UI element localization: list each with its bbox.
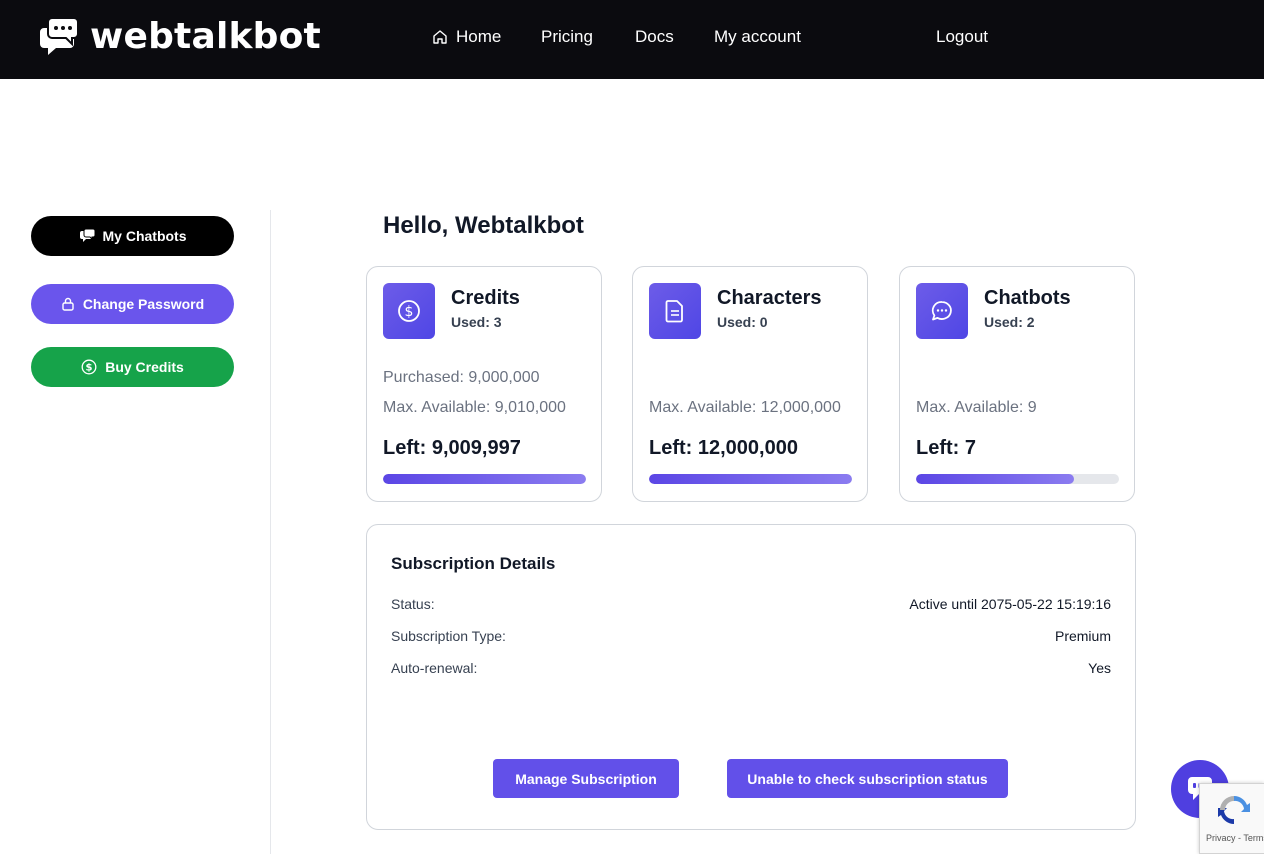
change-password-button[interactable]: Change Password (31, 284, 234, 324)
buy-credits-button[interactable]: $ Buy Credits (31, 347, 234, 387)
recaptcha-badge[interactable]: Privacy - Terms (1199, 783, 1264, 854)
manage-subscription-button[interactable]: Manage Subscription (493, 759, 679, 798)
chat-bubble-icon (931, 301, 952, 321)
card-left: Left: 12,000,000 (649, 437, 798, 459)
nav-home-label: Home (456, 27, 502, 46)
characters-card: Characters Used: 0 Max. Available: 12,00… (632, 266, 868, 502)
chatbots-card: Chatbots Used: 2 Max. Available: 9 Left:… (899, 266, 1135, 502)
page-title: Hello, Webtalkbot (383, 212, 584, 239)
row-value: Active until 2075-05-22 15:19:16 (909, 596, 1111, 612)
check-subscription-status-button[interactable]: Unable to check subscription status (727, 759, 1008, 798)
document-icon (665, 300, 683, 323)
card-used: Used: 0 (717, 314, 768, 330)
credits-card-icon: $ (383, 283, 435, 339)
recaptcha-links[interactable]: Privacy - Terms (1206, 833, 1264, 843)
credits-card: $ Credits Used: 3 Purchased: 9,000,000 M… (366, 266, 602, 502)
nav-pricing[interactable]: Pricing (541, 27, 593, 47)
progress-bar (649, 474, 852, 484)
progress-bar (383, 474, 586, 484)
card-title: Characters (717, 287, 822, 309)
my-chatbots-button[interactable]: My Chatbots (31, 216, 234, 256)
card-max-available: Max. Available: 9,010,000 (383, 399, 566, 416)
row-value: Yes (1088, 660, 1111, 676)
characters-card-icon (649, 283, 701, 339)
lock-icon (62, 297, 74, 311)
my-chatbots-label: My Chatbots (102, 228, 187, 244)
change-password-label: Change Password (82, 296, 205, 312)
dollar-circle-icon: $ (81, 359, 97, 375)
brand-name: webtalkbot (90, 16, 321, 57)
card-used: Used: 2 (984, 314, 1035, 330)
progress-bar-fill (649, 474, 852, 484)
sidebar-divider (270, 210, 271, 854)
subscription-status-row: Status: Active until 2075-05-22 15:19:16 (391, 596, 1111, 612)
card-max-available: Max. Available: 12,000,000 (649, 399, 841, 416)
svg-text:$: $ (405, 304, 414, 320)
row-label: Subscription Type: (391, 628, 506, 644)
card-used: Used: 3 (451, 314, 502, 330)
card-max-available: Max. Available: 9 (916, 399, 1037, 416)
progress-bar-fill (383, 474, 586, 484)
nav-docs[interactable]: Docs (635, 27, 674, 47)
progress-bar (916, 474, 1119, 484)
chatbots-card-icon (916, 283, 968, 339)
card-left: Left: 7 (916, 437, 976, 459)
progress-bar-fill (916, 474, 1074, 484)
card-title: Chatbots (984, 287, 1071, 309)
nav-home[interactable]: Home (432, 27, 501, 47)
card-title: Credits (451, 287, 520, 309)
svg-text:$: $ (86, 363, 93, 374)
card-left: Left: 9,009,997 (383, 437, 521, 459)
top-navbar: webtalkbot Home Pricing Docs My account … (0, 0, 1264, 79)
nav-logout[interactable]: Logout (936, 27, 988, 47)
nav-my-account[interactable]: My account (714, 27, 801, 47)
home-icon (433, 30, 447, 44)
logo[interactable]: webtalkbot (36, 16, 321, 58)
subscription-panel: Subscription Details Status: Active unti… (366, 524, 1136, 830)
row-value: Premium (1054, 628, 1111, 644)
dollar-circle-icon: $ (398, 300, 420, 322)
row-label: Auto-renewal: (391, 660, 478, 676)
row-label: Status: (391, 596, 435, 612)
auto-renewal-row: Auto-renewal: Yes (391, 660, 1111, 676)
chat-bubble-icon (79, 229, 95, 242)
buy-credits-label: Buy Credits (105, 359, 184, 375)
card-purchased: Purchased: 9,000,000 (383, 369, 540, 386)
recaptcha-icon (1218, 796, 1250, 824)
subscription-type-row: Subscription Type: Premium (391, 628, 1111, 644)
subscription-title: Subscription Details (391, 554, 556, 573)
chat-logo-icon (40, 17, 79, 55)
